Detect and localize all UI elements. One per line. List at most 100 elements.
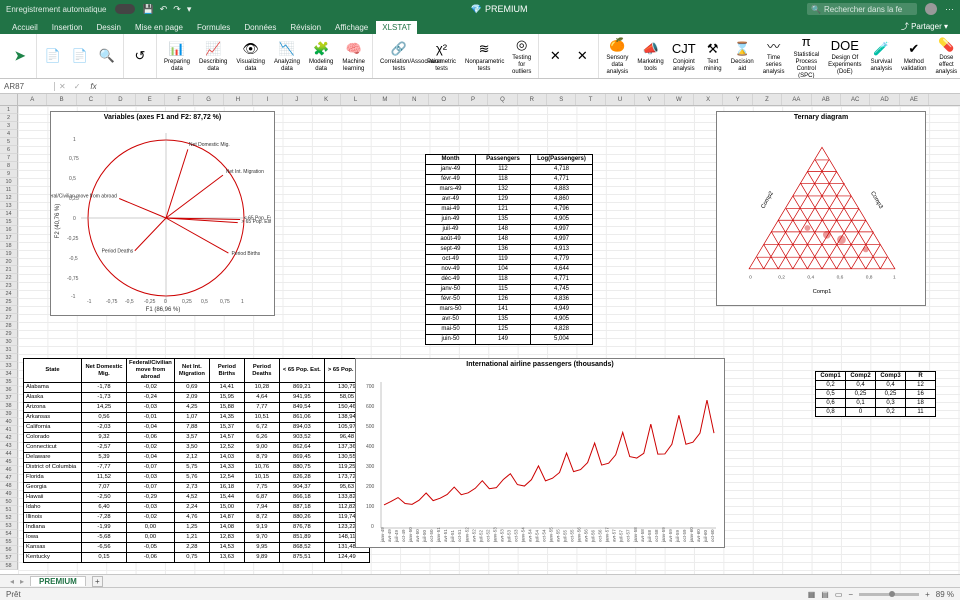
- select-all-corner[interactable]: [0, 94, 18, 105]
- row-header-52[interactable]: 52: [0, 514, 18, 522]
- row-header-21[interactable]: 21: [0, 266, 18, 274]
- table-row[interactable]: juin-491354,905: [426, 215, 593, 225]
- ribbon-method-validation[interactable]: ✔Method validation: [898, 38, 929, 75]
- table-row[interactable]: déc-491184,771: [426, 275, 593, 285]
- table-row[interactable]: Arkansas0,56-0,011,0714,3510,51861,06138…: [24, 413, 370, 423]
- sheet-nav-prev-icon[interactable]: ▸: [20, 577, 24, 586]
- row-header-49[interactable]: 49: [0, 490, 18, 498]
- new-sheet-button[interactable]: +: [92, 576, 103, 587]
- view-page-icon[interactable]: ▤: [821, 590, 829, 599]
- chart-correlation-circle[interactable]: Variables (axes F1 and F2: 87,72 %) Net …: [50, 111, 275, 316]
- row-header-9[interactable]: 9: [0, 170, 18, 178]
- search-input[interactable]: 🔍 Rechercher dans la fe: [807, 3, 917, 15]
- month-passengers-table[interactable]: MonthPassengersLog(Passengers) janv-4911…: [425, 154, 593, 345]
- row-header-32[interactable]: 32: [0, 354, 18, 362]
- row-header-17[interactable]: 17: [0, 234, 18, 242]
- col-header-X[interactable]: X: [694, 94, 723, 105]
- row-header-18[interactable]: 18: [0, 242, 18, 250]
- table-row[interactable]: mars-491324,883: [426, 185, 593, 195]
- table-row[interactable]: Arizona14,25-0,034,2515,887,77849,54150,…: [24, 403, 370, 413]
- ribbon-text-mining[interactable]: ⚒Text mining: [701, 38, 725, 75]
- ribbon-conjoint-analysis[interactable]: CJTConjoint analysis: [670, 38, 698, 75]
- col-header-AC[interactable]: AC: [841, 94, 870, 105]
- col-header-M[interactable]: M: [371, 94, 400, 105]
- row-header-30[interactable]: 30: [0, 338, 18, 346]
- table-row[interactable]: 0,20,40,412: [816, 381, 936, 390]
- row-header-23[interactable]: 23: [0, 282, 18, 290]
- table-row[interactable]: févr-501264,836: [426, 295, 593, 305]
- qat-more-icon[interactable]: ▾: [187, 4, 192, 15]
- row-header-51[interactable]: 51: [0, 506, 18, 514]
- table-row[interactable]: mai-501254,828: [426, 325, 593, 335]
- row-header-2[interactable]: 2: [0, 114, 18, 122]
- worksheet[interactable]: ABCDEFGHIJKLMNOPQRSTUVWXYZAAABACADAE 123…: [0, 94, 960, 574]
- col-header-K[interactable]: K: [312, 94, 341, 105]
- row-header-39[interactable]: 39: [0, 410, 18, 418]
- col-header-H[interactable]: H: [224, 94, 253, 105]
- table-row[interactable]: Georgia7,07-0,072,7316,187,75904,3795,63: [24, 483, 370, 493]
- user-avatar[interactable]: [925, 3, 937, 15]
- ribbon-[interactable]: ➤: [8, 45, 32, 67]
- col-header-E[interactable]: E: [136, 94, 165, 105]
- row-header-6[interactable]: 6: [0, 146, 18, 154]
- state-migration-table[interactable]: StateNet Domestic Mig.Federal/Civilian m…: [23, 358, 370, 563]
- row-header-34[interactable]: 34: [0, 370, 18, 378]
- row-header-5[interactable]: 5: [0, 138, 18, 146]
- col-header-Y[interactable]: Y: [723, 94, 752, 105]
- row-header-1[interactable]: 1: [0, 106, 18, 114]
- tab-affichage[interactable]: Affichage: [329, 21, 374, 34]
- row-header-19[interactable]: 19: [0, 250, 18, 258]
- ribbon-visualizing-data[interactable]: 👁Visualizing data: [233, 38, 268, 75]
- tab-révision[interactable]: Révision: [284, 21, 327, 34]
- row-header-4[interactable]: 4: [0, 130, 18, 138]
- ribbon-[interactable]: 📄: [41, 45, 65, 67]
- col-header-AD[interactable]: AD: [870, 94, 899, 105]
- col-header-F[interactable]: F: [165, 94, 194, 105]
- ribbon-design-of-experiments-doe[interactable]: DOEDesign Of Experiments (DoE): [825, 34, 864, 78]
- ribbon-survival-analysis[interactable]: 🧪Survival analysis: [867, 38, 895, 75]
- table-row[interactable]: 0,60,10,318: [816, 399, 936, 408]
- name-box[interactable]: AR87: [0, 82, 55, 91]
- table-row[interactable]: Connecticut-2,57-0,023,5012,529,00862,64…: [24, 443, 370, 453]
- row-header-14[interactable]: 14: [0, 210, 18, 218]
- tab-données[interactable]: Données: [238, 21, 282, 34]
- col-header-O[interactable]: O: [429, 94, 458, 105]
- confirm-icon[interactable]: ✓: [70, 82, 85, 91]
- col-header-V[interactable]: V: [635, 94, 664, 105]
- col-header-A[interactable]: A: [18, 94, 47, 105]
- row-header-27[interactable]: 27: [0, 314, 18, 322]
- row-header-42[interactable]: 42: [0, 434, 18, 442]
- col-header-AA[interactable]: AA: [782, 94, 811, 105]
- ribbon-correlation-association-tests[interactable]: 🔗Correlation/Association tests: [377, 38, 421, 75]
- row-header-54[interactable]: 54: [0, 530, 18, 538]
- row-header-48[interactable]: 48: [0, 482, 18, 490]
- table-row[interactable]: Hawaii-2,50-0,294,5215,446,87866,18133,8…: [24, 493, 370, 503]
- ribbon-testing-for-outliers[interactable]: ◎Testing for outliers: [509, 34, 534, 78]
- table-row[interactable]: Indiana-1,990,001,2514,089,19876,78123,2…: [24, 523, 370, 533]
- zoom-out-icon[interactable]: −: [848, 590, 853, 599]
- zoom-in-icon[interactable]: +: [925, 590, 930, 599]
- row-header-12[interactable]: 12: [0, 194, 18, 202]
- row-header-8[interactable]: 8: [0, 162, 18, 170]
- ribbon-parametric-tests[interactable]: χ²Parametric tests: [424, 38, 459, 75]
- ribbon-nonparametric-tests[interactable]: ≋Nonparametric tests: [462, 38, 506, 75]
- table-row[interactable]: juil-491484,997: [426, 225, 593, 235]
- chart-airline-passengers[interactable]: International airline passengers (thousa…: [355, 358, 725, 548]
- row-header-37[interactable]: 37: [0, 394, 18, 402]
- ribbon-dose-effect-analysis[interactable]: 💊Dose effect analysis: [933, 34, 960, 78]
- row-header-11[interactable]: 11: [0, 186, 18, 194]
- ribbon-[interactable]: 📄: [68, 45, 92, 67]
- table-row[interactable]: California-2,03-0,047,8815,376,72894,031…: [24, 423, 370, 433]
- col-header-N[interactable]: N: [400, 94, 429, 105]
- row-header-35[interactable]: 35: [0, 378, 18, 386]
- row-header-10[interactable]: 10: [0, 178, 18, 186]
- row-header-15[interactable]: 15: [0, 218, 18, 226]
- table-row[interactable]: Kentucky0,15-0,060,7513,639,89875,51124,…: [24, 553, 370, 563]
- tab-dessin[interactable]: Dessin: [90, 21, 126, 34]
- cancel-icon[interactable]: ✕: [55, 82, 70, 91]
- ribbon-[interactable]: 🔍: [95, 45, 119, 67]
- save-icon[interactable]: 💾: [143, 4, 154, 15]
- row-header-41[interactable]: 41: [0, 426, 18, 434]
- ribbon-analyzing-data[interactable]: 📉Analyzing data: [271, 38, 303, 75]
- col-header-W[interactable]: W: [665, 94, 694, 105]
